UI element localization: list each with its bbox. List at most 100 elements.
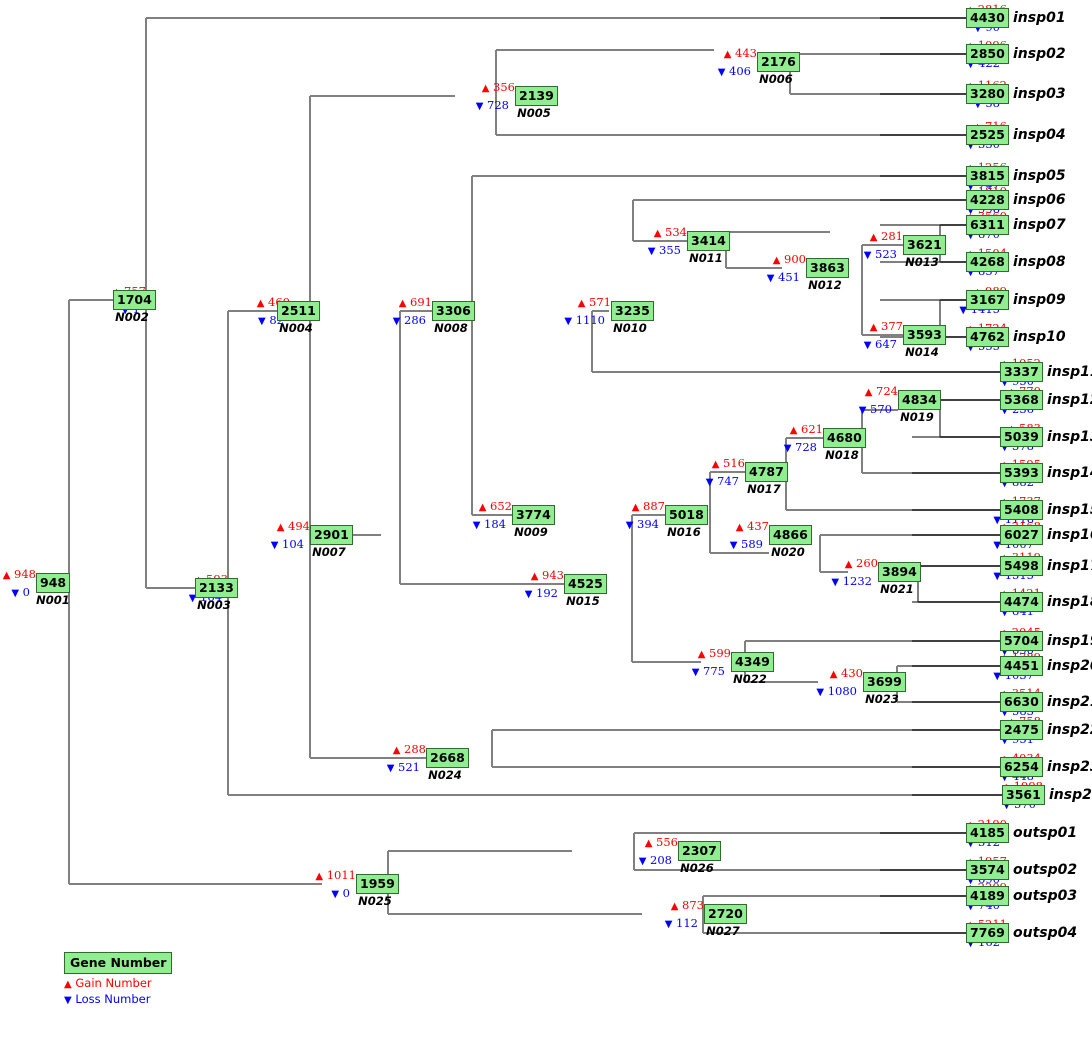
gene-number-box[interactable]: 2511	[277, 301, 320, 321]
gene-number-box[interactable]: 3863	[806, 258, 849, 278]
gene-number-box[interactable]: 3815	[966, 166, 1009, 186]
leaf-label: insp12	[1047, 392, 1092, 408]
gene-number-box[interactable]: 6254	[1000, 757, 1043, 777]
loss-triangle-icon: ▼	[863, 340, 872, 351]
gene-number-box[interactable]: 2176	[757, 52, 800, 72]
gene-number-box[interactable]: 3561	[1002, 785, 1045, 805]
gene-number-box[interactable]: 3167	[966, 290, 1009, 310]
node-id-label: N018	[825, 448, 859, 462]
gene-number-box[interactable]: 4866	[769, 525, 812, 545]
gene-number-box[interactable]: 948	[36, 573, 71, 593]
node-id-label: N015	[566, 594, 600, 608]
gene-number-box[interactable]: 2139	[515, 86, 558, 106]
gene-number-box[interactable]: 1704	[113, 290, 156, 310]
gene-number-box[interactable]: 1959	[356, 874, 399, 894]
gene-number-box[interactable]: 4525	[564, 574, 607, 594]
gain-label: ▲ 516	[711, 456, 745, 470]
loss-label: ▼ 647	[863, 337, 897, 351]
gene-number-box[interactable]: 3235	[611, 301, 654, 321]
gene-number-box[interactable]: 2668	[426, 748, 469, 768]
gene-number-box[interactable]: 5018	[665, 505, 708, 525]
gene-number-box[interactable]: 4228	[966, 190, 1009, 210]
loss-triangle-icon: ▼	[258, 316, 266, 327]
gene-number-box[interactable]: 4762	[966, 327, 1009, 347]
node-id-label: N022	[733, 672, 767, 686]
gain-triangle-icon: ▲	[398, 298, 407, 309]
loss-triangle-icon: ▼	[564, 316, 573, 327]
leaf-label: insp09	[1013, 292, 1066, 308]
gene-number-box[interactable]: 2901	[310, 525, 353, 545]
gain-triangle-icon: ▲	[697, 649, 706, 660]
legend-loss-number: ▼ Loss Number	[64, 992, 151, 1006]
gene-number-box[interactable]: 2720	[704, 904, 747, 924]
loss-label: ▼ 728	[783, 440, 817, 454]
gene-number-box[interactable]: 3894	[878, 562, 921, 582]
gene-number-box[interactable]: 3593	[903, 325, 946, 345]
gene-number-box[interactable]: 3774	[512, 505, 555, 525]
gain-label: ▲ 260	[844, 556, 878, 570]
leaf-label: insp08	[1013, 254, 1066, 270]
gene-number-box[interactable]: 4834	[898, 390, 941, 410]
gene-number-box[interactable]: 4680	[823, 428, 866, 448]
node-id-label: N002	[115, 310, 149, 324]
gene-number-box[interactable]: 2475	[1000, 720, 1043, 740]
gene-number-box[interactable]: 3621	[903, 235, 946, 255]
gene-number-box[interactable]: 5039	[1000, 427, 1043, 447]
node-id-label: N024	[428, 768, 462, 782]
gene-number-box[interactable]: 4349	[731, 652, 774, 672]
gene-number-box[interactable]: 6311	[966, 215, 1009, 235]
loss-triangle-icon: ▼	[816, 687, 825, 698]
gene-number-box[interactable]: 4430	[966, 8, 1009, 28]
gene-number-box[interactable]: 2525	[966, 125, 1009, 145]
gene-number-box[interactable]: 6027	[1000, 525, 1043, 545]
gain-triangle-icon: ▲	[864, 387, 873, 398]
gene-number-box[interactable]: 3414	[687, 231, 730, 251]
loss-triangle-icon: ▼	[858, 405, 867, 416]
loss-label: ▼ 0	[331, 886, 350, 900]
node-id-label: N001	[36, 593, 70, 607]
legend-gene-number: Gene Number	[64, 952, 173, 974]
gene-number-box[interactable]: 4268	[966, 252, 1009, 272]
gene-number-box[interactable]: 2133	[195, 578, 238, 598]
legend-gain-number: ▲ Gain Number	[64, 976, 152, 990]
gene-number-box[interactable]: 5368	[1000, 390, 1043, 410]
gene-number-box[interactable]: 4189	[966, 886, 1009, 906]
gain-triangle-icon: ▲	[772, 255, 781, 266]
gain-label: ▲ 430	[829, 666, 863, 680]
gene-number-box[interactable]: 4451	[1000, 656, 1043, 676]
phylogenetic-tree-figure: ▲ 2816 ▼ 90 4430 insp01 ▲ 1096 ▼ 422 285…	[0, 0, 1092, 1049]
loss-triangle-icon: ▼	[638, 856, 647, 867]
legend: Gene Number ▲ Gain Number ▼ Loss Number	[64, 952, 173, 1006]
gene-number-box[interactable]: 5704	[1000, 631, 1043, 651]
loss-label: ▼ 775	[691, 664, 725, 678]
leaf-label: insp02	[1013, 46, 1066, 62]
gene-number-box[interactable]: 3280	[966, 84, 1009, 104]
loss-triangle-icon: ▼	[717, 67, 726, 78]
leaf-label: insp13	[1047, 429, 1092, 445]
loss-label: ▼ 0	[11, 585, 30, 599]
node-id-label: N014	[905, 345, 939, 359]
gene-number-box[interactable]: 3337	[1000, 362, 1043, 382]
gene-number-box[interactable]: 2307	[678, 841, 721, 861]
gene-number-box[interactable]: 4474	[1000, 592, 1043, 612]
node-id-label: N016	[667, 525, 701, 539]
gene-number-box[interactable]: 5408	[1000, 500, 1043, 520]
node-id-label: N004	[279, 321, 313, 335]
node-id-label: N005	[517, 106, 551, 120]
gene-number-box[interactable]: 4185	[966, 823, 1009, 843]
gene-number-box[interactable]: 3306	[432, 301, 475, 321]
gain-label: ▲ 621	[789, 422, 823, 436]
gene-number-box[interactable]: 2850	[966, 44, 1009, 64]
gene-number-box[interactable]: 6630	[1000, 692, 1043, 712]
loss-triangle-icon: ▼	[766, 273, 775, 284]
gene-number-box[interactable]: 4787	[745, 462, 788, 482]
gene-number-box[interactable]: 5393	[1000, 463, 1043, 483]
loss-triangle-icon: ▼	[331, 889, 340, 900]
gene-number-box[interactable]: 3574	[966, 860, 1009, 880]
loss-label: ▼ 184	[472, 517, 506, 531]
gene-number-box[interactable]: 5498	[1000, 556, 1043, 576]
gene-number-box[interactable]: 7769	[966, 923, 1009, 943]
gain-label: ▲ 377	[869, 319, 903, 333]
loss-label: ▼ 451	[766, 270, 800, 284]
gene-number-box[interactable]: 3699	[863, 672, 906, 692]
